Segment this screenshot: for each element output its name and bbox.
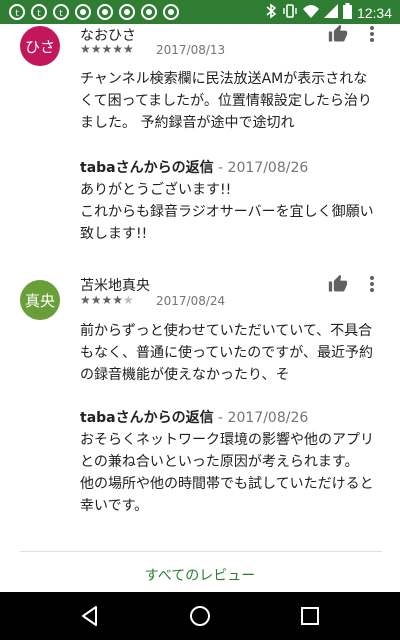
more-options-icon[interactable] <box>362 24 382 44</box>
avatar: 真央 <box>20 280 60 320</box>
reply-author: tabaさんからの返信 <box>80 160 214 176</box>
signal-icon <box>323 3 338 22</box>
vibrate-icon <box>282 3 298 22</box>
review-text: 前からずっと使わせていただいていて、不具合もなく、普通に使っていたのですが、最近… <box>80 323 374 383</box>
recents-icon[interactable] <box>298 604 322 628</box>
back-icon[interactable] <box>78 604 102 628</box>
review-date: 2017/08/13 <box>156 43 226 57</box>
wifi-icon <box>302 3 319 22</box>
more-options-icon[interactable] <box>362 274 382 294</box>
thumbs-up-icon[interactable] <box>328 24 348 44</box>
tweetdeck-icon: t <box>52 4 69 20</box>
reply-header: tabaさんからの返信 - 2017/08/26 <box>80 157 308 177</box>
reply-author: tabaさんからの返信 <box>80 410 214 426</box>
reply-text: ありがとうございます!! これからも録音ラジオサーバーを宜しく御願い致します!! <box>80 182 374 242</box>
all-reviews-link[interactable]: すべてのレビュー <box>0 565 400 585</box>
review-date: 2017/08/24 <box>156 294 226 308</box>
reply-text: おそらくネットワーク環境の影響や他のアプリとの兼ね合いといった原因が考えられます… <box>80 432 374 514</box>
system-icons: 12:34 <box>265 3 392 22</box>
home-icon[interactable] <box>188 604 212 628</box>
review-text: チャンネル検索欄に民法放送AMが表示されなくて困ってましたが。位置情報設定したら… <box>80 71 372 131</box>
avatar: ひさ <box>20 26 60 66</box>
status-bar: t t t 12:34 <box>0 0 400 24</box>
chrome-icon <box>74 4 91 20</box>
navigation-bar <box>0 592 400 640</box>
reply-date: - 2017/08/26 <box>213 410 309 426</box>
tweetdeck-icon: t <box>8 4 25 20</box>
reply-date: - 2017/08/26 <box>213 160 309 176</box>
chrome-icon <box>96 4 113 20</box>
reply-header: tabaさんからの返信 - 2017/08/26 <box>80 407 308 427</box>
clock: 12:34 <box>356 4 392 21</box>
tweetdeck-icon: t <box>30 4 47 20</box>
svg-text:t: t <box>15 9 19 19</box>
reviews-list[interactable]: ひさ なおひさ ★★★★★ 2017/08/13 チャンネル検索欄に民法放送AM… <box>0 24 400 592</box>
rating-stars: ★★★★★ <box>80 42 134 56</box>
divider <box>20 551 382 552</box>
rating-stars: ★★★★★ <box>80 293 134 307</box>
svg-text:t: t <box>59 9 63 19</box>
battery-icon <box>342 3 352 22</box>
thumbs-up-icon[interactable] <box>328 274 348 294</box>
review-author: 苫米地真央 <box>80 278 150 294</box>
chrome-icon <box>118 4 135 20</box>
svg-text:t: t <box>37 9 41 19</box>
chrome-icon <box>162 4 179 20</box>
bluetooth-icon <box>265 3 277 22</box>
notification-icons: t t t <box>8 4 179 20</box>
chrome-icon <box>140 4 157 20</box>
